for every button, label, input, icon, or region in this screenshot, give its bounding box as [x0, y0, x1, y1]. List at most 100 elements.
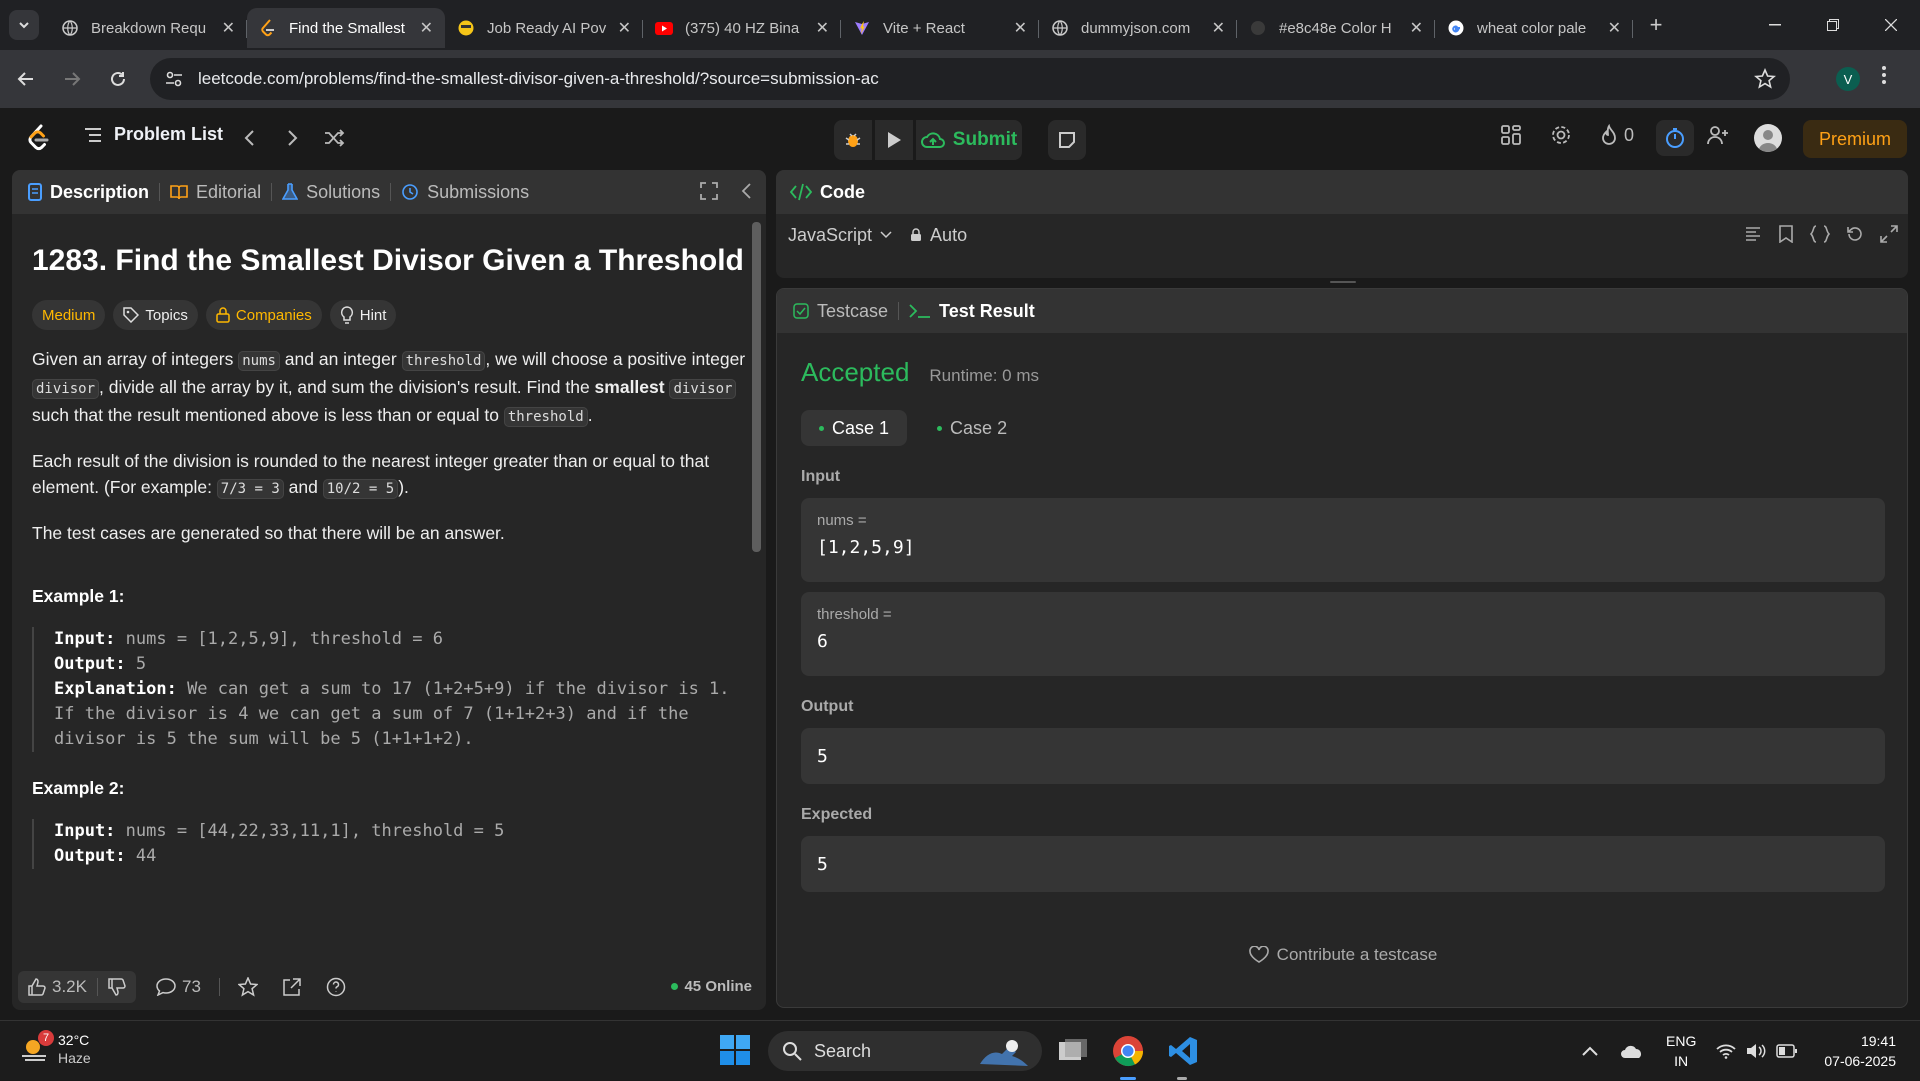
- star-icon[interactable]: [237, 977, 258, 997]
- threshold-value: 6: [817, 631, 828, 652]
- site-settings-icon[interactable]: [164, 69, 184, 89]
- companies-chip[interactable]: Companies: [205, 300, 322, 330]
- browser-menu-button[interactable]: [1882, 66, 1886, 84]
- tray-overflow-button[interactable]: [1582, 1021, 1598, 1081]
- browser-tab[interactable]: dummyjson.com ✕: [1039, 8, 1237, 48]
- back-button[interactable]: [6, 59, 46, 99]
- description-scrollbar[interactable]: [752, 222, 761, 552]
- leetcode-logo[interactable]: [26, 124, 50, 152]
- share-icon[interactable]: [282, 977, 302, 997]
- streak-counter[interactable]: 0: [1600, 124, 1634, 146]
- language-indicator[interactable]: ENG IN: [1666, 1031, 1696, 1071]
- close-tab-icon[interactable]: ✕: [222, 18, 235, 38]
- submit-button[interactable]: Submit: [916, 120, 1022, 160]
- browser-tab[interactable]: Breakdown Requ ✕: [49, 8, 247, 48]
- layout-button[interactable]: [1500, 124, 1522, 146]
- forward-button[interactable]: [52, 59, 92, 99]
- close-tab-icon[interactable]: ✕: [1608, 18, 1621, 38]
- settings-button[interactable]: [1550, 124, 1572, 146]
- browser-tab[interactable]: Vite + React ✕: [841, 8, 1039, 48]
- wifi-icon[interactable]: [1716, 1021, 1736, 1081]
- battery-icon[interactable]: [1776, 1021, 1798, 1081]
- auto-mode[interactable]: Auto: [910, 225, 967, 246]
- taskbar-search[interactable]: Search: [768, 1031, 1042, 1071]
- prev-problem-icon[interactable]: [238, 126, 262, 150]
- difficulty-badge[interactable]: Medium: [32, 300, 106, 330]
- thumbs-down-icon[interactable]: [108, 978, 126, 996]
- vscode-taskbar-icon[interactable]: [1163, 1031, 1203, 1071]
- resize-handle[interactable]: [1330, 281, 1356, 283]
- shuffle-icon[interactable]: [322, 126, 346, 150]
- browser-tab[interactable]: #e8c48e Color H ✕: [1237, 8, 1435, 48]
- debug-button[interactable]: [834, 120, 872, 160]
- tab-test-result[interactable]: Test Result: [909, 301, 1035, 322]
- invite-button[interactable]: [1706, 124, 1730, 146]
- help-icon[interactable]: [326, 977, 346, 997]
- close-tab-icon[interactable]: ✕: [1212, 18, 1225, 38]
- minimize-button[interactable]: [1746, 0, 1804, 50]
- chrome-taskbar-icon[interactable]: [1108, 1031, 1148, 1071]
- browser-tab[interactable]: (375) 40 HZ Bina ✕: [643, 8, 841, 48]
- auto-mode-label: Auto: [930, 224, 968, 245]
- browser-tab[interactable]: Job Ready AI Pov ✕: [445, 8, 643, 48]
- restore-button[interactable]: [1804, 0, 1862, 50]
- next-problem-icon[interactable]: [280, 126, 304, 150]
- fullscreen-icon[interactable]: [700, 182, 718, 200]
- case-1-tab[interactable]: Case 1: [801, 410, 908, 446]
- timer-button[interactable]: [1656, 120, 1694, 156]
- user-avatar[interactable]: [1754, 124, 1782, 152]
- run-button[interactable]: [875, 120, 913, 160]
- tab-description[interactable]: Description: [28, 182, 159, 203]
- close-tab-icon[interactable]: ✕: [1410, 18, 1423, 38]
- close-window-button[interactable]: [1862, 0, 1920, 50]
- tab-solutions[interactable]: Solutions: [282, 182, 390, 203]
- weather-widget[interactable]: 7 32°C Haze: [20, 1030, 91, 1067]
- profile-avatar[interactable]: V: [1836, 67, 1860, 91]
- contribute-testcase-button[interactable]: Contribute a testcase: [777, 945, 1907, 965]
- browser-tab[interactable]: wheat color pale ✕: [1435, 8, 1633, 48]
- clock[interactable]: 19:41 07-06-2025: [1810, 1031, 1896, 1071]
- task-view-icon[interactable]: [1053, 1031, 1093, 1071]
- code-panel-header: Code: [776, 170, 1908, 214]
- close-tab-icon[interactable]: ✕: [1014, 18, 1027, 38]
- description-content: 1283. Find the Smallest Divisor Given a …: [32, 214, 748, 966]
- tab-submissions[interactable]: Submissions: [401, 182, 539, 203]
- tab-editorial-label: Editorial: [196, 181, 262, 202]
- example-1-block: Input: nums = [1,2,5,9], threshold = 6 O…: [32, 627, 748, 752]
- collapse-left-icon[interactable]: [740, 182, 752, 200]
- search-icon: [783, 1042, 802, 1061]
- premium-button[interactable]: Premium: [1803, 120, 1907, 158]
- comments-count: 73: [181, 977, 201, 996]
- likes-count: 3.2K: [52, 977, 87, 996]
- google-icon: [1447, 19, 1465, 37]
- new-tab-button[interactable]: +: [1641, 10, 1671, 40]
- hint-chip[interactable]: Hint: [329, 300, 397, 330]
- tab-editorial[interactable]: Editorial: [170, 182, 271, 203]
- like-button[interactable]: 3.2K: [18, 971, 136, 1003]
- reset-icon[interactable]: [1846, 225, 1864, 243]
- start-button[interactable]: [720, 1035, 750, 1065]
- format-icon[interactable]: [1744, 225, 1762, 243]
- comments-button[interactable]: 73: [156, 977, 201, 997]
- topics-chip[interactable]: Topics: [113, 300, 198, 330]
- close-tab-icon[interactable]: ✕: [618, 18, 631, 38]
- notes-button[interactable]: [1048, 120, 1086, 160]
- url-input[interactable]: leetcode.com/problems/find-the-smallest-…: [150, 58, 1790, 100]
- close-tab-icon[interactable]: ✕: [420, 18, 433, 38]
- reload-icon: [111, 71, 125, 86]
- volume-icon[interactable]: [1746, 1021, 1766, 1081]
- bookmark-icon[interactable]: [1778, 225, 1794, 243]
- braces-icon[interactable]: [1810, 225, 1830, 243]
- case-2-tab[interactable]: Case 2: [919, 410, 1025, 446]
- language-select[interactable]: JavaScript: [788, 225, 892, 246]
- browser-tab[interactable]: Find the Smallest ✕: [247, 8, 445, 48]
- reload-button[interactable]: [98, 59, 138, 99]
- onedrive-icon[interactable]: [1620, 1021, 1644, 1081]
- expand-icon[interactable]: [1880, 225, 1898, 243]
- tab-search-button[interactable]: [9, 10, 39, 40]
- tab-testcase[interactable]: Testcase: [793, 301, 888, 322]
- close-tab-icon[interactable]: ✕: [816, 18, 829, 38]
- problem-list-button[interactable]: Problem List: [84, 124, 223, 145]
- clock-time: 19:41: [1860, 1033, 1896, 1049]
- bookmark-star-icon[interactable]: [1754, 68, 1776, 90]
